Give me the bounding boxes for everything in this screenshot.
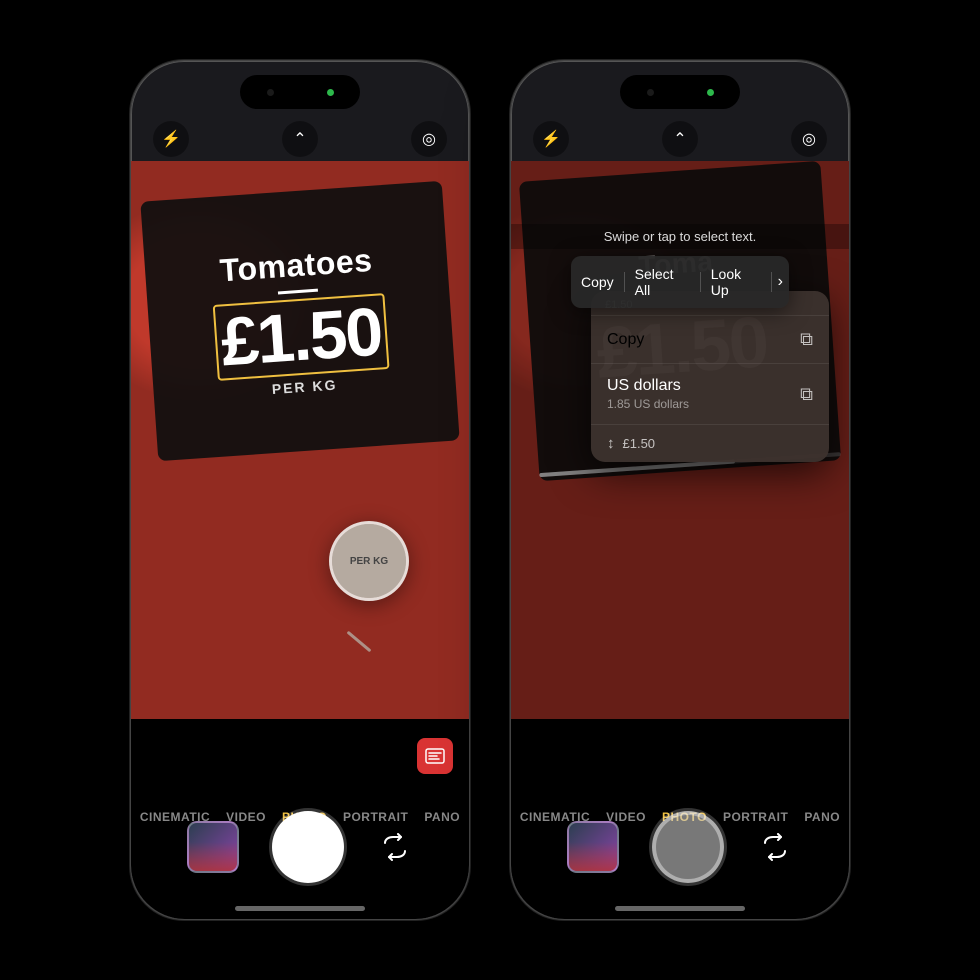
context-menu: £1.50 Copy ⧉ US dollars 1.85 US dollars … — [591, 291, 829, 462]
context-currency-sublabel: 1.85 US dollars — [607, 397, 689, 411]
flip-camera-button-2[interactable] — [757, 829, 793, 865]
live-text-icon-1[interactable] — [417, 738, 453, 774]
context-currency-item[interactable]: US dollars 1.85 US dollars ⧉ — [591, 363, 829, 424]
sign-title-1: Tomatoes — [219, 242, 374, 290]
context-exchange-icon: ↕ — [607, 435, 615, 452]
flash-icon-1: ⚡ — [161, 129, 181, 149]
context-currency-label: US dollars — [607, 377, 689, 395]
phone-2: ⚡ ⌃ ◎ Toma £1.50 Swipe or tap to select … — [510, 60, 850, 920]
context-copy-label: Copy — [607, 331, 644, 349]
look-up-button[interactable]: Look Up — [701, 262, 771, 302]
photo-thumbnail-1[interactable] — [187, 821, 239, 873]
magnifier-text-1: PER KG — [350, 556, 388, 567]
flip-camera-button-1[interactable] — [377, 829, 413, 865]
context-exchange-label: £1.50 — [623, 436, 656, 451]
magnifier-handle-1 — [347, 631, 372, 653]
home-indicator-2 — [615, 906, 745, 911]
thumbnail-gradient-2 — [569, 842, 617, 871]
copy-text-button[interactable]: Copy — [571, 270, 624, 294]
camera-bottom-2: CINEMATIC VIDEO PHOTO PORTRAIT PANO — [511, 719, 849, 919]
settings-button-1[interactable]: ◎ — [411, 121, 447, 157]
flash-button-2[interactable]: ⚡ — [533, 121, 569, 157]
expand-button-1[interactable]: ⌃ — [282, 121, 318, 157]
thumbnail-gradient-1 — [189, 842, 237, 871]
expand-icon-1: ⌃ — [293, 129, 306, 149]
dynamic-island-1 — [240, 75, 360, 109]
viewfinder-1: Tomatoes £1.50 PER KG PER KG — [131, 161, 469, 721]
context-currency-wrapper: US dollars 1.85 US dollars — [607, 377, 689, 411]
sign-price-1: £1.50 — [219, 297, 384, 376]
camera-top-bar-1: ⚡ ⌃ ◎ — [131, 121, 469, 157]
island-camera-dot — [267, 89, 274, 96]
more-options-button[interactable]: › — [772, 273, 789, 291]
context-copy-icon: ⧉ — [800, 329, 813, 350]
select-all-button[interactable]: Select All — [625, 262, 700, 302]
camera-top-bar-2: ⚡ ⌃ ◎ — [511, 121, 849, 157]
price-focus-bar-fill — [539, 459, 735, 477]
swipe-hint-text: Swipe or tap to select text. — [604, 229, 756, 244]
tomato-background-1: Tomatoes £1.50 PER KG PER KG — [131, 161, 469, 721]
text-selection-bar: Copy Select All Look Up › — [571, 256, 789, 308]
island-green-dot-2 — [707, 89, 714, 96]
magnifier-content-1: PER KG — [332, 524, 406, 598]
shutter-button-2[interactable] — [652, 811, 724, 883]
swipe-hint: Swipe or tap to select text. — [511, 224, 849, 249]
flash-button-1[interactable]: ⚡ — [153, 121, 189, 157]
sign-subtext-1: PER KG — [271, 377, 338, 398]
settings-icon-1: ◎ — [422, 129, 436, 149]
settings-button-2[interactable]: ◎ — [791, 121, 827, 157]
shutter-button-1[interactable] — [272, 811, 344, 883]
magnifier-1: PER KG — [329, 521, 409, 601]
home-indicator-1 — [235, 906, 365, 911]
shutter-row-2 — [511, 811, 849, 883]
dynamic-island-2 — [620, 75, 740, 109]
sign-divider-1 — [278, 289, 318, 295]
shutter-row-1 — [131, 811, 469, 883]
context-currency-icon: ⧉ — [800, 384, 813, 405]
expand-button-2[interactable]: ⌃ — [662, 121, 698, 157]
phone-1: ⚡ ⌃ ◎ Tomatoes £1.50 PER KG PER KG — [130, 60, 470, 920]
photo-thumbnail-2[interactable] — [567, 821, 619, 873]
context-copy-item[interactable]: Copy ⧉ — [591, 315, 829, 363]
context-exchange-row[interactable]: ↕ £1.50 — [591, 424, 829, 462]
island-camera-dot-2 — [647, 89, 654, 96]
island-green-dot — [327, 89, 334, 96]
price-sign-1: Tomatoes £1.50 PER KG — [140, 181, 459, 461]
